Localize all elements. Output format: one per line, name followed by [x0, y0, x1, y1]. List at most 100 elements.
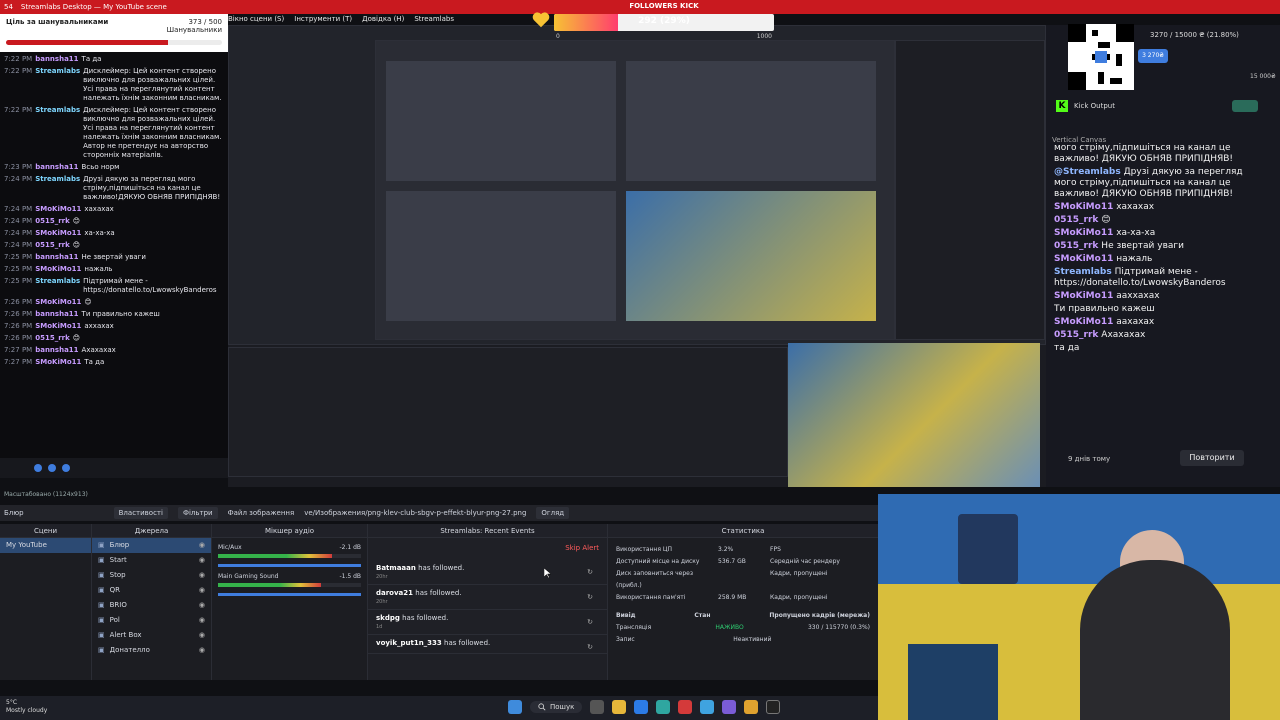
mixer-meter-track — [218, 554, 361, 558]
store-icon[interactable] — [634, 700, 649, 714]
app-icon[interactable] — [722, 700, 737, 714]
recent-events-dock: Streamlabs: Recent Events Skip Alert Bat… — [368, 524, 608, 680]
menu-item-tools[interactable]: Інструменти (T) — [294, 15, 352, 23]
chat-username[interactable]: bannsha11 — [35, 253, 78, 262]
stat-value — [718, 568, 768, 592]
chat-username[interactable]: bannsha11 — [35, 346, 78, 355]
visibility-eye-icon[interactable]: ◉ — [199, 643, 205, 658]
browse-button[interactable]: Огляд — [536, 507, 570, 519]
chat-time: 7:25 PM — [4, 253, 33, 261]
donation-goal-text: 3270 / 15000 ₴ (21.80%) — [1150, 31, 1239, 39]
replay-icon[interactable]: ↻ — [587, 618, 593, 626]
skip-alert-button[interactable]: Skip Alert — [565, 544, 599, 552]
chat-username[interactable]: SMoKiMo11 — [35, 229, 81, 238]
chat-time: 7:24 PM — [4, 175, 33, 183]
event-ago: 20hr — [376, 599, 388, 605]
stat-value: 3.2% — [718, 546, 734, 553]
chat-time: 7:25 PM — [4, 277, 33, 285]
chat-time: 7:27 PM — [4, 346, 33, 354]
source-item[interactable]: ▣ Донателло ◉ — [92, 643, 211, 658]
kick-output-toggle[interactable] — [1232, 100, 1258, 112]
volume-slider[interactable] — [218, 593, 361, 596]
visibility-eye-icon[interactable]: ◉ — [199, 628, 205, 643]
chat-username[interactable]: SMoKiMo11 — [35, 265, 81, 274]
source-item[interactable]: ▣ Pol ◉ — [92, 613, 211, 628]
visibility-eye-icon[interactable]: ◉ — [199, 598, 205, 613]
retry-button[interactable]: Повторити — [1180, 450, 1244, 466]
edge-icon[interactable] — [656, 700, 671, 714]
sources-title: Джерела — [92, 524, 211, 538]
weather-widget[interactable]: 5°C Mostly cloudy — [6, 699, 47, 715]
visibility-eye-icon[interactable]: ◉ — [199, 553, 205, 568]
filters-button[interactable]: Фільтри — [177, 507, 218, 519]
taskbar: 5°C Mostly cloudy Пошук — [0, 696, 878, 720]
visibility-eye-icon[interactable]: ◉ — [199, 583, 205, 598]
overlay-chat-line: @Streamlabs Друзі дякую за перегляд мого… — [1054, 167, 1268, 200]
source-item[interactable]: ▣ Stop ◉ — [92, 568, 211, 583]
visibility-eye-icon[interactable]: ◉ — [199, 613, 205, 628]
source-item[interactable]: ▣ Alert Box ◉ — [92, 628, 211, 643]
source-item[interactable]: ▣ Start ◉ — [92, 553, 211, 568]
chat-username[interactable]: SMoKiMo11 — [35, 358, 81, 367]
chat-username[interactable]: Streamlabs — [35, 175, 80, 202]
overlay-chat-user: SMoKiMo11 — [1054, 291, 1114, 301]
chat-username[interactable]: 0515_rrk — [35, 217, 70, 226]
streamlabs-icon[interactable] — [766, 700, 781, 714]
chat-time: 7:26 PM — [4, 298, 33, 306]
chat-username[interactable]: SMoKiMo11 — [35, 322, 81, 331]
chat-text: нажаль — [84, 265, 113, 273]
chat-username[interactable]: bannsha11 — [35, 163, 78, 172]
chat-time: 7:24 PM — [4, 205, 33, 213]
chat-text: 😊 — [72, 217, 81, 225]
chat-username[interactable]: Streamlabs — [35, 67, 80, 103]
chat-username[interactable]: bannsha11 — [35, 310, 78, 319]
overlay-chat-user: 0515_rrk — [1054, 241, 1099, 251]
visibility-eye-icon[interactable]: ◉ — [199, 538, 205, 553]
taskbar-apps: Пошук — [508, 700, 781, 714]
chat-time: 7:22 PM — [4, 67, 33, 75]
menu-item-streamlabs[interactable]: Streamlabs — [414, 15, 454, 23]
source-item[interactable]: ▣ BRIO ◉ — [92, 598, 211, 613]
replay-icon[interactable]: ↻ — [587, 593, 593, 601]
task-view-icon[interactable] — [590, 700, 605, 714]
chat-username[interactable]: Streamlabs — [35, 106, 80, 160]
menu-item-help[interactable]: Довідка (H) — [362, 15, 404, 23]
mixer-channel: Main Gaming Sound -1.5 dB — [218, 573, 361, 596]
source-item[interactable]: ▣ QR ◉ — [92, 583, 211, 598]
chrome-icon[interactable] — [744, 700, 759, 714]
obs-docks: Сцени My YouTube Джерела ▣ Блюр ◉ ▣ Start ◉ ▣ S… — [0, 524, 878, 680]
taskbar-search[interactable]: Пошук — [530, 701, 583, 713]
telegram-icon[interactable] — [700, 700, 715, 714]
pause-icon[interactable] — [34, 464, 42, 472]
chat-username[interactable]: Streamlabs — [35, 277, 80, 295]
chat-username[interactable]: 0515_rrk — [35, 241, 70, 250]
live-timer: 54 — [4, 3, 13, 11]
scene-item[interactable]: My YouTube — [0, 538, 91, 553]
source-type-icon: ▣ — [98, 556, 105, 564]
visibility-eye-icon[interactable]: ◉ — [199, 568, 205, 583]
menu-item-scene[interactable]: Вікно сцени (S) — [228, 15, 284, 23]
chat-time: 7:24 PM — [4, 229, 33, 237]
properties-button[interactable]: Властивості — [113, 507, 168, 519]
windows-start-icon[interactable] — [508, 700, 522, 714]
chat-username[interactable]: 0515_rrk — [35, 334, 70, 343]
file-explorer-icon[interactable] — [612, 700, 627, 714]
volume-slider[interactable] — [218, 564, 361, 567]
opera-icon[interactable] — [678, 700, 693, 714]
stat-label: Диск заповниться через (прибл.) — [616, 570, 694, 589]
goal-subtitle: Шанувальники — [166, 26, 222, 34]
event-user: Batmaaan — [376, 564, 416, 572]
filter-icon[interactable] — [62, 464, 70, 472]
source-item[interactable]: ▣ Блюр ◉ — [92, 538, 211, 553]
replay-icon[interactable]: ↻ — [587, 643, 593, 651]
chat-text: аххахах — [84, 322, 114, 330]
chat-username[interactable]: bannsha11 — [35, 55, 78, 64]
overlay-chat-user: SMoKiMo11 — [1054, 228, 1114, 238]
chat-username[interactable]: SMoKiMo11 — [35, 298, 81, 307]
stats-table-header: Вивід Стан Пропущено кадрів (мережа) — [608, 610, 878, 622]
replay-icon[interactable]: ↻ — [587, 568, 593, 576]
overlay-chat-line: SMoKiMo11 ааххахах — [1054, 291, 1268, 302]
settings-icon[interactable] — [48, 464, 56, 472]
room-camera-frame — [788, 343, 1040, 487]
chat-username[interactable]: SMoKiMo11 — [35, 205, 81, 214]
